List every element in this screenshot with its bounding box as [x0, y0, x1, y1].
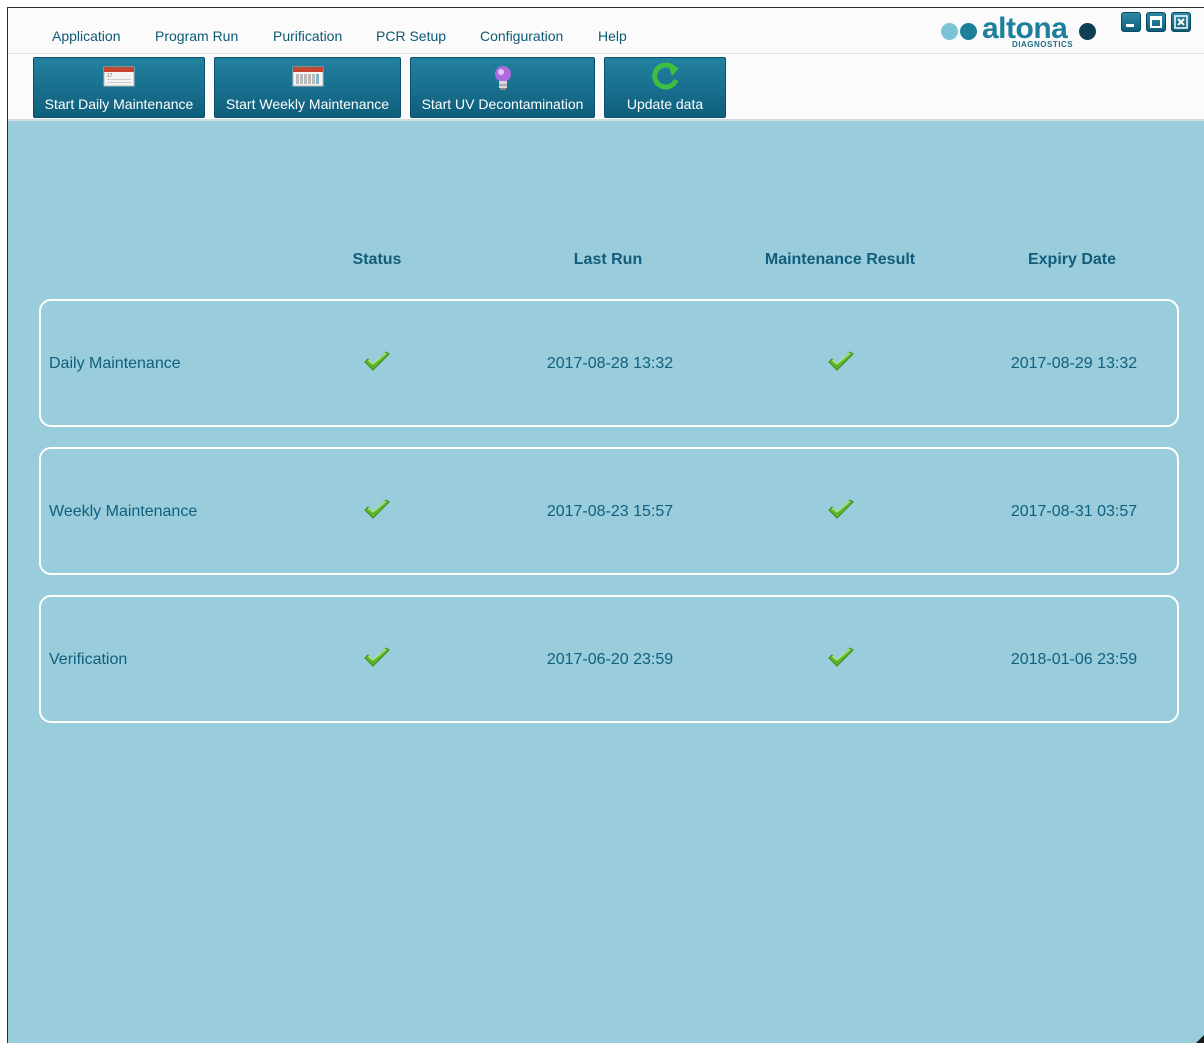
- result-check-icon: [828, 351, 854, 371]
- header-expiry-date: Expiry Date: [1027, 251, 1117, 268]
- start-uv-decontamination-button[interactable]: Start UV Decontamination: [410, 57, 595, 118]
- start-weekly-maintenance-button[interactable]: Start Weekly Maintenance: [214, 57, 401, 118]
- maintenance-row-weekly[interactable]: Weekly Maintenance 2017-08-23 15:57 2017…: [39, 447, 1179, 575]
- status-check-icon: [364, 351, 390, 371]
- refresh-icon: [652, 62, 679, 90]
- minimize-icon: [1126, 24, 1134, 27]
- row-name: Daily Maintenance: [49, 355, 181, 372]
- altona-logo: altona DIAGNOSTICS: [938, 12, 1098, 52]
- minimize-button[interactable]: [1121, 12, 1141, 32]
- menu-help[interactable]: Help: [598, 28, 627, 44]
- toolbar: 17 Start Daily Maintenance Start Weekly …: [8, 54, 1204, 121]
- row-name: Weekly Maintenance: [49, 503, 198, 520]
- start-daily-maintenance-button[interactable]: 17 Start Daily Maintenance: [33, 57, 205, 118]
- last-run-value: 2017-06-20 23:59: [546, 651, 674, 668]
- svg-text:17: 17: [107, 73, 113, 79]
- calendar-week-icon: [292, 65, 323, 87]
- update-data-label: Update data: [626, 96, 704, 112]
- status-check-icon: [364, 647, 390, 667]
- resize-grip-icon[interactable]: [1196, 1035, 1204, 1043]
- header-status: Status: [352, 251, 402, 268]
- menu-pcr-setup[interactable]: PCR Setup: [376, 28, 446, 44]
- header-last-run: Last Run: [573, 251, 643, 268]
- maximize-icon: [1150, 16, 1162, 28]
- row-name: Verification: [49, 651, 128, 668]
- update-data-button[interactable]: Update data: [604, 57, 726, 118]
- close-icon: [1174, 15, 1188, 29]
- menu-bar: Application Program Run Purification PCR…: [8, 8, 1204, 54]
- maintenance-row-verification[interactable]: Verification 2017-06-20 23:59 2018-01-06…: [39, 595, 1179, 723]
- expiry-value: 2017-08-29 13:32: [1010, 355, 1138, 372]
- maximize-button[interactable]: [1146, 12, 1166, 32]
- status-check-icon: [364, 499, 390, 519]
- last-run-value: 2017-08-28 13:32: [546, 355, 674, 372]
- menu-purification[interactable]: Purification: [273, 28, 342, 44]
- close-button[interactable]: [1171, 12, 1191, 32]
- expiry-value: 2018-01-06 23:59: [1010, 651, 1138, 668]
- last-run-value: 2017-08-23 15:57: [546, 503, 674, 520]
- start-daily-maintenance-label: Start Daily Maintenance: [44, 96, 194, 112]
- header-maintenance-result: Maintenance Result: [764, 251, 916, 268]
- app-window: Application Program Run Purification PCR…: [7, 7, 1204, 1043]
- menu-application[interactable]: Application: [52, 28, 121, 44]
- start-uv-decontamination-label: Start UV Decontamination: [421, 96, 584, 112]
- expiry-value: 2017-08-31 03:57: [1010, 503, 1138, 520]
- result-check-icon: [828, 647, 854, 667]
- result-check-icon: [828, 499, 854, 519]
- start-weekly-maintenance-label: Start Weekly Maintenance: [225, 96, 390, 112]
- logo-subtitle: DIAGNOSTICS: [1012, 40, 1074, 49]
- menu-configuration[interactable]: Configuration: [480, 28, 563, 44]
- uv-bulb-icon: [494, 66, 511, 90]
- maintenance-row-daily[interactable]: Daily Maintenance 2017-08-28 13:32 2017-…: [39, 299, 1179, 427]
- menu-program-run[interactable]: Program Run: [155, 28, 238, 44]
- calendar-icon: 17: [103, 65, 135, 87]
